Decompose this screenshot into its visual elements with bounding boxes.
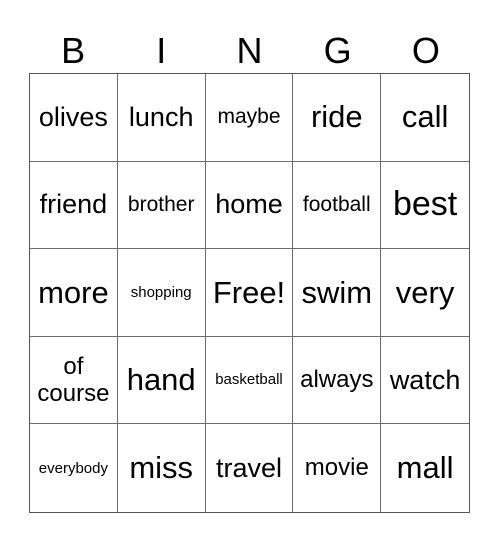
bingo-cell[interactable]: lunch [117, 74, 206, 162]
bingo-cell[interactable]: more [30, 249, 118, 337]
bingo-cell[interactable]: home [205, 161, 294, 250]
bingo-header: B I N G O [29, 30, 470, 72]
bingo-cell[interactable]: maybe [205, 74, 294, 162]
bingo-cell[interactable]: movie [293, 424, 382, 512]
header-letter-b: B [61, 30, 86, 71]
bingo-cell[interactable]: shopping [117, 249, 206, 337]
bingo-cell[interactable]: swim [293, 249, 382, 337]
header-letter-i: I [156, 30, 167, 71]
bingo-cell[interactable]: basketball [205, 336, 294, 425]
free-space-cell[interactable]: Free! [205, 249, 294, 337]
bingo-cell[interactable]: everybody [30, 424, 118, 512]
header-letter-g: G [323, 30, 352, 71]
bingo-cell[interactable]: miss [118, 424, 206, 512]
bingo-cell[interactable]: watch [381, 337, 469, 425]
header-letter-o: O [411, 30, 440, 71]
bingo-cell[interactable]: of course [30, 336, 118, 425]
bingo-cell[interactable]: travel [206, 424, 294, 512]
bingo-cell[interactable]: always [293, 336, 382, 425]
bingo-cell[interactable]: ride [293, 74, 382, 162]
bingo-cell[interactable]: football [293, 161, 382, 250]
bingo-cell[interactable]: mall [381, 424, 469, 512]
bingo-cell[interactable]: friend [30, 161, 118, 250]
bingo-cell[interactable]: call [381, 74, 469, 162]
bingo-cell[interactable]: olives [30, 74, 118, 162]
header-letter-n: N [236, 30, 263, 71]
bingo-cell[interactable]: very [381, 249, 469, 337]
bingo-cell[interactable]: best [381, 162, 469, 250]
bingo-cell[interactable]: hand [117, 336, 206, 425]
bingo-cell[interactable]: brother [117, 161, 206, 250]
bingo-grid: olives lunch maybe ride call friend brot… [29, 73, 470, 513]
